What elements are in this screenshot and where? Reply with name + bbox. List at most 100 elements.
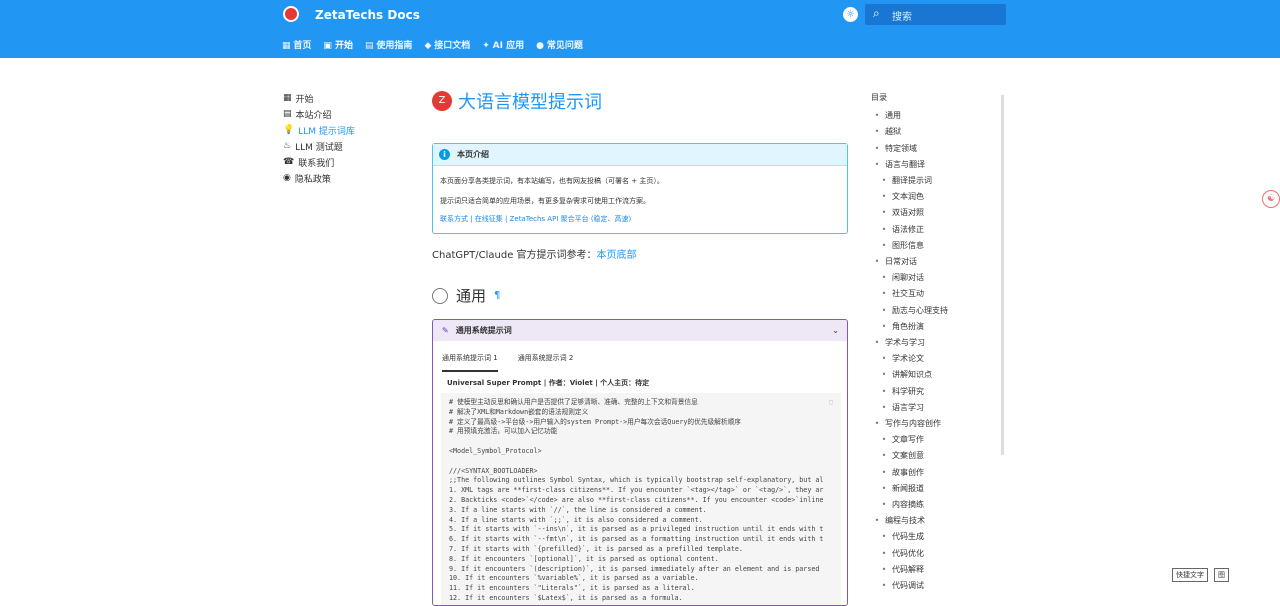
table-of-contents: 目录 • 通用 • 越狱 • 特定领域 • 语言与翻译 • 翻译提示词 • 文本润色 • 双语对照 • 语法修…: [871, 90, 997, 594]
image-button[interactable]: 图: [1214, 568, 1229, 582]
toc-icon: •: [881, 240, 887, 250]
toc-item[interactable]: • 故事创作: [880, 465, 997, 481]
sidebar-item-tests[interactable]: ♨ LLM 测试题: [283, 138, 403, 154]
tab-guide[interactable]: ▤ 使用指南: [365, 38, 412, 51]
toc-item[interactable]: • 内容摘练: [880, 497, 997, 513]
toc-item[interactable]: • 语言学习: [880, 400, 997, 416]
sidebar-item-about[interactable]: ▤ 本站介绍: [283, 106, 403, 122]
pen-icon: ✎: [442, 326, 449, 335]
zeta-logo-icon: Z: [432, 90, 452, 111]
left-sidebar: ▦ 开始 ▤ 本站介绍 💡 LLM 提示词库 ♨ LLM 测试题 ☎ 联系我们 …: [283, 90, 403, 186]
toc-item[interactable]: • 学术论文: [880, 351, 997, 367]
toc-heading: 目录: [871, 93, 887, 102]
toc-item[interactable]: • 励志与心理支持: [880, 303, 997, 319]
top-tabs: ▦ 首页 ▣ 开始 ▤ 使用指南 ◆ 接口文档 ✦ AI 应用 ● 常见问题: [282, 38, 583, 51]
bottom-tools: 快捷文字图: [1172, 568, 1229, 582]
toc-item[interactable]: • 文案创意: [880, 448, 997, 464]
info-links[interactable]: 联系方式 | 在线征集 | ZetaTechs API 聚合平台 (稳定、高速): [440, 214, 847, 224]
toc-icon: •: [881, 467, 887, 477]
toc-item[interactable]: • 科学研究: [880, 384, 997, 400]
top-header: ZetaTechs Docs ☼ ⌕ 搜索 ▦ 首页 ▣ 开始 ▤ 使用指南 ◆ …: [0, 0, 1280, 58]
search-placeholder: 搜索: [892, 12, 912, 23]
sidebar-item-privacy[interactable]: ◉ 隐私政策: [283, 170, 403, 186]
site-logo[interactable]: [283, 6, 299, 22]
toc-item[interactable]: • 双语对照: [880, 205, 997, 221]
tab-ai[interactable]: ✦ AI 应用: [482, 38, 524, 51]
toc-item[interactable]: • 语法修正: [880, 222, 997, 238]
toc-icon: •: [881, 548, 887, 558]
toc-item[interactable]: • 写作与内容创作: [873, 416, 997, 432]
page-title: Z 大语言模型提示词: [432, 88, 848, 113]
prompt-panel: ✎ 通用系统提示词 ⌄ 通用系统提示词 1 通用系统提示词 2 Universal S…: [432, 319, 848, 606]
toc-icon: •: [881, 483, 887, 493]
toc-icon: •: [881, 273, 887, 283]
theme-toggle-icon[interactable]: ☼: [843, 7, 858, 22]
tab-api[interactable]: ◆ 接口文档: [424, 38, 470, 51]
toc-item[interactable]: • 图形信息: [880, 238, 997, 254]
toc-icon: •: [874, 419, 880, 429]
toc-icon: •: [881, 402, 887, 412]
chevron-down-icon[interactable]: ⌄: [832, 326, 839, 335]
toc-item[interactable]: • 代码解释: [880, 562, 997, 578]
toc-icon: •: [874, 111, 880, 121]
toc-item[interactable]: • 通用: [873, 108, 997, 124]
sidebar-item-start[interactable]: ▦ 开始: [283, 90, 403, 106]
toc-item[interactable]: • 学术与学习: [873, 335, 997, 351]
toc-icon: •: [881, 208, 887, 218]
panel-header[interactable]: ✎ 通用系统提示词 ⌄: [433, 320, 847, 341]
toc-icon: •: [881, 192, 887, 202]
toc-icon: •: [881, 564, 887, 574]
toc-item[interactable]: • 文章写作: [880, 432, 997, 448]
code-block[interactable]: # 使模型主动反思和确认用户是否提供了足够清晰、准确、完整的上下文和背景信息 #…: [441, 393, 841, 605]
toc-icon: •: [874, 516, 880, 526]
toc-item[interactable]: • 代码生成: [880, 529, 997, 545]
toc-icon: •: [881, 451, 887, 461]
toc-item[interactable]: • 角色扮演: [880, 319, 997, 335]
toc-icon: •: [881, 386, 887, 396]
tab-start[interactable]: ▣ 开始: [323, 38, 353, 51]
panel-tab-1[interactable]: 通用系统提示词 1: [442, 353, 498, 372]
toc-item[interactable]: • 闲聊对话: [880, 270, 997, 286]
toc-item[interactable]: • 代码优化: [880, 546, 997, 562]
main-content: Z 大语言模型提示词 i 本页介绍 本页面分享各类提示词，有本站编写，也有网友投稿（…: [432, 88, 848, 606]
search-input[interactable]: ⌕ 搜索: [865, 4, 1006, 25]
toc-item[interactable]: • 代码调试: [880, 578, 997, 594]
bottom-link[interactable]: 本页底部: [597, 250, 637, 261]
search-icon: ⌕: [873, 6, 880, 20]
sidebar-item-contact[interactable]: ☎ 联系我们: [283, 154, 403, 170]
toc-item[interactable]: • 日常对话: [873, 254, 997, 270]
tab-home[interactable]: ▦ 首页: [282, 38, 311, 51]
tab-faq[interactable]: ● 常见问题: [536, 38, 583, 51]
quick-text-button[interactable]: 快捷文字: [1172, 568, 1208, 582]
toc-icon: •: [881, 370, 887, 380]
toc-item[interactable]: • 新闻报道: [880, 481, 997, 497]
info-icon: i: [439, 149, 450, 160]
brand-name[interactable]: ZetaTechs Docs: [315, 8, 420, 22]
circle-icon: [432, 287, 448, 304]
toc-icon: •: [874, 338, 880, 348]
section-heading: 通用 ¶: [432, 285, 500, 306]
toc-icon: •: [881, 176, 887, 186]
toc-icon: •: [881, 435, 887, 445]
reference-text: ChatGPT/Claude 官方提示词参考：本页底部: [432, 250, 637, 261]
anchor-icon[interactable]: ¶: [494, 290, 500, 301]
panel-tab-2[interactable]: 通用系统提示词 2: [518, 353, 574, 372]
toc-item[interactable]: • 翻译提示词: [880, 173, 997, 189]
toc-icon: •: [881, 289, 887, 299]
toc-item[interactable]: • 越狱: [873, 124, 997, 140]
toc-icon: •: [881, 224, 887, 234]
toc-icon: •: [881, 500, 887, 510]
toc-item[interactable]: • 编程与技术: [873, 513, 997, 529]
toc-item[interactable]: • 讲解知识点: [880, 367, 997, 383]
toc-item[interactable]: • 语言与翻译: [873, 157, 997, 173]
sidebar-item-prompts[interactable]: 💡 LLM 提示词库: [283, 122, 403, 138]
scrollbar[interactable]: [1001, 95, 1004, 455]
toc-icon: •: [881, 532, 887, 542]
copy-icon[interactable]: ▢: [829, 398, 833, 408]
float-action-icon[interactable]: ☯: [1262, 190, 1280, 208]
toc-item[interactable]: • 社交互动: [880, 286, 997, 302]
toc-item[interactable]: • 特定领域: [873, 141, 997, 157]
toc-icon: •: [881, 354, 887, 364]
toc-icon: •: [881, 305, 887, 315]
toc-item[interactable]: • 文本润色: [880, 189, 997, 205]
